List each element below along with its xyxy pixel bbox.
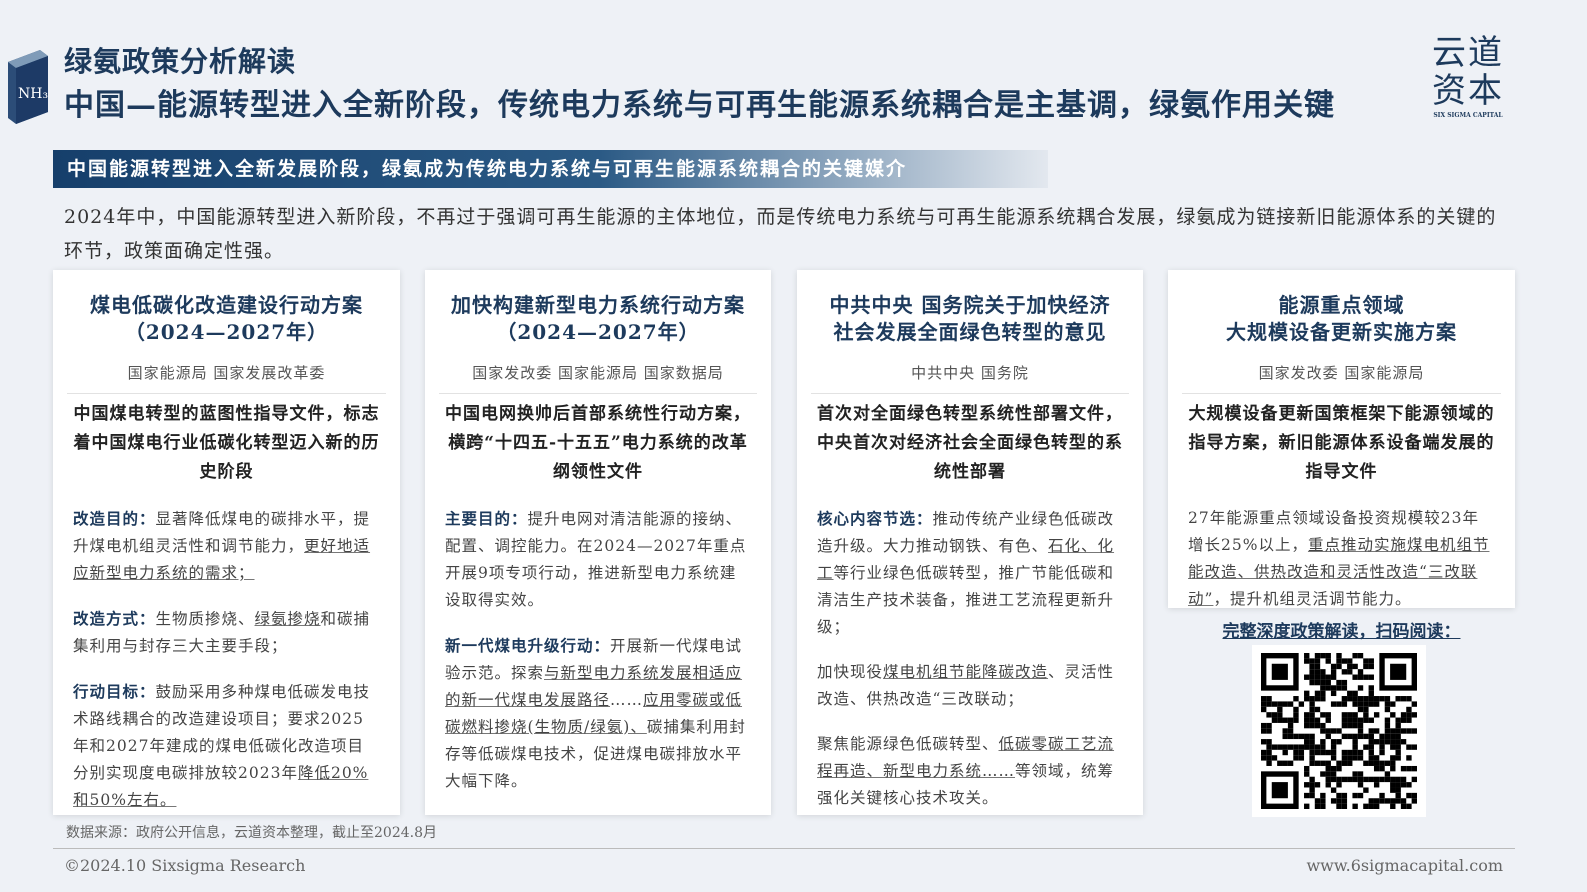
card-paragraph: 加快现役煤电机组节能降碳改造、灵活性改造、供热改造“三改联动； [817, 659, 1123, 713]
card-title-line2: 社会发展全面绿色转型的意见 [833, 320, 1107, 344]
highlight-text: 煤电机组节能降碳改造 [883, 663, 1049, 681]
card-issuer: 国家发改委 国家能源局 国家数据局 [439, 362, 757, 394]
paragraph-label: 改造目的： [73, 509, 156, 528]
website-link[interactable]: www.6sigmacapital.com [1306, 856, 1503, 875]
paragraph-label: 主要目的： [445, 509, 528, 528]
card-title-line2: （2024—2027年） [124, 320, 329, 344]
card-paragraph: 新一代煤电升级行动：开展新一代煤电试验示范。探索与新型电力系统发展相适应的新一代… [445, 632, 751, 795]
paragraph-label: 行动目标： [73, 682, 156, 701]
card-paragraph: 聚焦能源绿色低碳转型、低碳零碳工艺流程再造、新型电力系统……等领域，统筹强化关键… [817, 731, 1123, 812]
brand-cn-2: 资本 [1432, 71, 1504, 111]
card-body: 核心内容节选：推动传统产业绿色低碳改造升级。大力推动钢铁、有色、石化、化工等行业… [811, 505, 1129, 812]
card-paragraph: 改造方式：生物质掺烧、绿氨掺烧和碳捕集利用与封存三大主要手段； [73, 605, 380, 660]
card-paragraph: 改造目的：显著降低煤电的碳排水平，提升煤电机组灵活性和调节能力，更好地适应新型电… [73, 505, 380, 587]
paragraph-label: 新一代煤电升级行动： [445, 636, 611, 655]
card-issuer: 中共中央 国务院 [811, 362, 1129, 394]
card-title-line1: 加快构建新型电力系统行动方案 [451, 293, 745, 317]
card-title-line2: 大规模设备更新实施方案 [1226, 320, 1457, 344]
paragraph-label: 核心内容节选： [817, 509, 933, 528]
card-title-line1: 中共中央 国务院关于加快经济 [829, 293, 1111, 317]
card-paragraph: 27年能源重点领域设备投资规模较23年增长25%以上，重点推动实施煤电机组节能改… [1188, 505, 1495, 613]
brand-logo: 云道 资本 SIX SIGMA CAPITAL [1428, 34, 1508, 119]
paragraph-text: 生物质掺烧、 [155, 610, 255, 628]
paragraph-text: 等行业绿色低碳转型，推广节能低碳和清洁生产技术装备，推进工艺流程更新升级； [817, 564, 1115, 636]
card-paragraph: 主要目的：提升电网对清洁能源的接纳、配置、调控能力。在2024—2027年重点开… [445, 505, 751, 614]
qr-code[interactable] [1252, 645, 1426, 817]
card-body: 改造目的：显著降低煤电的碳排水平，提升煤电机组灵活性和调节能力，更好地适应新型电… [67, 505, 386, 814]
card-title-line1: 能源重点领域 [1278, 293, 1405, 317]
policy-card: 加快构建新型电力系统行动方案 （2024—2027年） 国家发改委 国家能源局 国… [425, 270, 771, 815]
card-issuer: 国家能源局 国家发展改革委 [67, 362, 386, 394]
intro-text: 2024年中，中国能源转型进入新阶段，不再过于强调可再生能源的主体地位，而是传统… [64, 206, 1497, 262]
data-source: 数据来源：政府公开信息，云道资本整理，截止至2024.8月 [66, 825, 437, 841]
qr-label-link[interactable]: 完整深度政策解读，扫码阅读： [1168, 617, 1515, 642]
card-title: 能源重点领域大规模设备更新实施方案 [1182, 292, 1501, 346]
section-banner: 中国能源转型进入全新发展阶段，绿氨成为传统电力系统与可再生能源系统耦合的关键媒介 [53, 150, 1048, 188]
page-title: 中国—能源转型进入全新阶段，传统电力系统与可再生能源系统耦合是主基调，绿氨作用关… [64, 88, 1335, 123]
copyright: ©2024.10 Sixsigma Research [64, 856, 306, 875]
card-paragraph: 核心内容节选：推动传统产业绿色低碳改造升级。大力推动钢铁、有色、石化、化工等行业… [817, 505, 1123, 641]
card-summary: 中国煤电转型的蓝图性指导文件，标志着中国煤电行业低碳化转型迈入新的历史阶段 [73, 404, 380, 482]
card-summary: 首次对全面绿色转型系统性部署文件，中央首次对经济社会全面绿色转型的系统性部署 [817, 404, 1123, 482]
page-subtitle: 绿氨政策分析解读 [64, 45, 297, 78]
card-summary: 中国电网换帅后首部系统性行动方案，横跨“十四五-十五五”电力系统的改革纲领性文件 [445, 404, 751, 482]
paragraph-text: 加快现役 [817, 663, 884, 681]
card-title: 加快构建新型电力系统行动方案 （2024—2027年） [439, 292, 757, 346]
footer-divider [53, 848, 1515, 849]
card-title-line2: （2024—2027年） [496, 320, 700, 344]
paragraph-text: 聚焦能源绿色低碳转型、 [817, 735, 999, 753]
paragraph-text: ，提升机组灵活调节能力。 [1213, 590, 1412, 608]
card-title-line1: 煤电低碳化改造建设行动方案 [90, 293, 363, 317]
card-body: 主要目的：提升电网对清洁能源的接纳、配置、调控能力。在2024—2027年重点开… [439, 505, 757, 795]
card-title: 中共中央 国务院关于加快经济 社会发展全面绿色转型的意见 [811, 292, 1129, 346]
card-title: 煤电低碳化改造建设行动方案 （2024—2027年） [67, 292, 386, 346]
card-issuer: 国家发改委 国家能源局 [1182, 362, 1501, 394]
policy-card: 中共中央 国务院关于加快经济 社会发展全面绿色转型的意见 中共中央 国务院 首次对… [797, 270, 1143, 815]
card-body: 27年能源重点领域设备投资规模较23年增长25%以上，重点推动实施煤电机组节能改… [1182, 505, 1501, 613]
paragraph-label: 改造方式： [73, 609, 156, 628]
card-paragraph: 行动目标：鼓励采用多种煤电低碳发电技术路线耦合的改造建设项目；要求2025年和2… [73, 678, 380, 814]
policy-card: 能源重点领域大规模设备更新实施方案 国家发改委 国家能源局 大规模设备更新国策框… [1168, 270, 1515, 608]
nh3-logo: NH₃ [0, 42, 60, 132]
brand-en: SIX SIGMA CAPITAL [1433, 112, 1503, 119]
brand-cn-1: 云道 [1432, 33, 1504, 73]
policy-card: 煤电低碳化改造建设行动方案 （2024—2027年） 国家能源局 国家发展改革委 … [53, 270, 400, 815]
highlight-text: 绿氨掺烧 [254, 610, 321, 628]
paragraph-text: …… [610, 691, 644, 709]
logo-text: NH₃ [18, 86, 48, 102]
card-summary: 大规模设备更新国策框架下能源领域的指导方案，新旧能源体系设备端发展的指导文件 [1188, 404, 1495, 482]
